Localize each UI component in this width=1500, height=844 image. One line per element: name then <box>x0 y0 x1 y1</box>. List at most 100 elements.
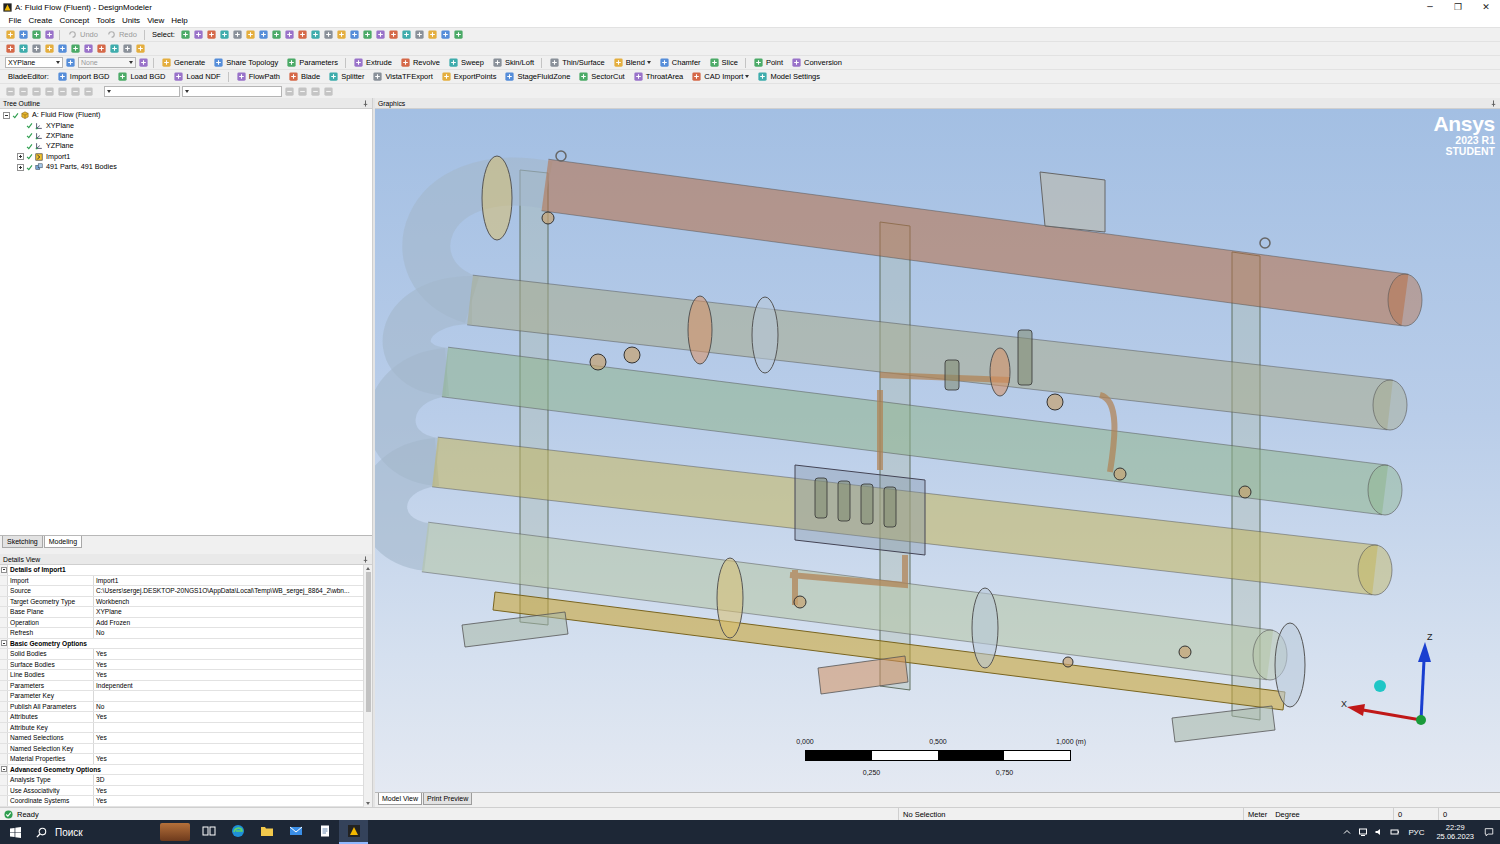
sketch-tool-icon[interactable] <box>109 43 120 54</box>
plane-dropdown[interactable]: XYPlane <box>5 57 63 68</box>
valve[interactable] <box>945 360 959 390</box>
sketch-tool-icon[interactable] <box>57 43 68 54</box>
sketch-tool-icon[interactable] <box>5 43 16 54</box>
feature-icon[interactable] <box>753 57 764 68</box>
view-tool-icon[interactable] <box>245 29 256 40</box>
view-tool-icon[interactable] <box>284 29 295 40</box>
pin-icon[interactable] <box>1490 100 1497 107</box>
details-row-value[interactable]: C:\Users\sergej.DESKTOP-20NGS1O\AppData\… <box>94 586 363 596</box>
flange[interactable] <box>990 348 1010 396</box>
details-row-value[interactable]: Yes <box>94 733 363 743</box>
selection-dropdown[interactable] <box>182 86 282 97</box>
feature-button[interactable]: Point <box>750 57 786 68</box>
details-row-value[interactable]: No <box>94 702 363 712</box>
details-row[interactable]: Surface Bodies Yes <box>0 660 363 671</box>
details-row-value[interactable] <box>94 744 363 754</box>
view-tool-icon[interactable] <box>297 29 308 40</box>
valve[interactable] <box>815 478 827 518</box>
input-language[interactable]: РУС <box>1406 828 1426 837</box>
details-row-value[interactable]: Independent <box>94 681 363 691</box>
details-row[interactable]: Named Selection Key <box>0 744 363 755</box>
details-row-value[interactable] <box>94 723 363 733</box>
fitting[interactable] <box>794 596 806 608</box>
view-tool-icon[interactable] <box>323 29 334 40</box>
filter-dropdown[interactable] <box>104 86 180 97</box>
details-row-value[interactable]: Yes <box>94 670 363 680</box>
feature-button[interactable]: Parameters <box>283 57 341 68</box>
fitting[interactable] <box>1114 468 1126 480</box>
tree-item[interactable]: A: Fluid Flow (Fluent) <box>3 110 372 120</box>
menu-item[interactable]: Tools <box>93 16 119 25</box>
view-tab[interactable]: Print Preview <box>423 793 472 805</box>
scroll-up-icon[interactable] <box>366 567 370 570</box>
pipe-end[interactable] <box>1358 545 1392 595</box>
blade-tool-icon[interactable] <box>691 71 702 82</box>
sketch-tool-icon[interactable] <box>83 43 94 54</box>
edge-button[interactable] <box>223 820 252 844</box>
details-row[interactable]: Target Geometry Type Workbench <box>0 597 363 608</box>
pin-icon[interactable] <box>362 556 369 563</box>
details-row[interactable]: Parameters Independent <box>0 681 363 692</box>
blade-tool-icon[interactable] <box>57 71 68 82</box>
fitting[interactable] <box>1179 646 1191 658</box>
fitting[interactable] <box>624 347 640 363</box>
menu-item[interactable]: View <box>144 16 168 25</box>
feature-button[interactable]: Generate <box>158 57 208 68</box>
feature-icon[interactable] <box>213 57 224 68</box>
pipe-assembly-model[interactable] <box>375 109 1500 792</box>
details-row-value[interactable]: Yes <box>94 786 363 796</box>
blade-button[interactable]: Model Settings <box>754 71 823 82</box>
feature-button[interactable]: Skin/Loft <box>489 57 537 68</box>
details-row-value[interactable]: Yes <box>94 754 363 764</box>
file-tool-icon[interactable] <box>31 29 42 40</box>
blade-tool-icon[interactable] <box>236 71 247 82</box>
sketch-tool-icon[interactable] <box>31 43 42 54</box>
task-view-button[interactable] <box>194 820 223 844</box>
feature-button[interactable]: Share Topology <box>210 57 281 68</box>
lifting-lug[interactable] <box>1260 238 1270 248</box>
menu-item[interactable]: Create <box>25 16 56 25</box>
fitting[interactable] <box>1063 657 1073 667</box>
clock[interactable]: 22:29 25.06.2023 <box>1432 823 1478 841</box>
window-control-button[interactable]: ✕ <box>1472 0 1500 14</box>
view-tool-icon[interactable] <box>375 29 386 40</box>
tree-item[interactable]: Import1 <box>3 152 372 162</box>
details-row-value[interactable]: Workbench <box>94 597 363 607</box>
valve[interactable] <box>1018 330 1032 385</box>
blade-tool-icon[interactable] <box>288 71 299 82</box>
flange[interactable] <box>752 297 778 373</box>
blade-button[interactable]: Blade <box>285 71 323 82</box>
details-row[interactable]: Use Associativity Yes <box>0 786 363 797</box>
expand-icon[interactable] <box>17 153 24 160</box>
view-tool-icon[interactable] <box>258 29 269 40</box>
feature-button[interactable]: Conversion <box>788 57 845 68</box>
blade-button[interactable]: Import BGD <box>54 71 113 82</box>
blade-button[interactable]: CAD Import <box>688 71 752 82</box>
tree-item[interactable]: ZXPlane <box>3 131 372 141</box>
flange[interactable] <box>482 156 512 240</box>
details-row[interactable]: Analysis Type 3D <box>0 775 363 786</box>
sketch-tool-icon[interactable] <box>122 43 133 54</box>
feature-button[interactable]: Extrude <box>350 57 395 68</box>
sketch-tool-icon[interactable] <box>44 43 55 54</box>
pipe-end[interactable] <box>1388 274 1422 326</box>
small-piping[interactable] <box>790 375 1114 605</box>
details-scrollbar[interactable] <box>363 565 372 807</box>
network-icon[interactable] <box>1358 827 1368 837</box>
lifting-lug[interactable] <box>556 151 566 161</box>
blade-tool-icon[interactable] <box>117 71 128 82</box>
view-tool-icon[interactable] <box>310 29 321 40</box>
panel-tab[interactable]: Modeling <box>44 536 82 548</box>
window-control-button[interactable]: ─ <box>1416 0 1444 14</box>
file-tool-icon[interactable] <box>44 29 55 40</box>
details-row[interactable]: Operation Add Frozen <box>0 618 363 629</box>
menu-item[interactable]: Units <box>118 16 143 25</box>
sketch-tool-icon[interactable] <box>135 43 146 54</box>
blade-tool-icon[interactable] <box>441 71 452 82</box>
menu-item[interactable]: Help <box>168 16 191 25</box>
pipe[interactable] <box>545 185 1405 300</box>
details-group[interactable]: Details of Import1 <box>0 565 363 576</box>
view-tool-icon[interactable] <box>336 29 347 40</box>
details-row[interactable]: Attributes Yes <box>0 712 363 723</box>
details-row[interactable]: Attribute Key <box>0 723 363 734</box>
